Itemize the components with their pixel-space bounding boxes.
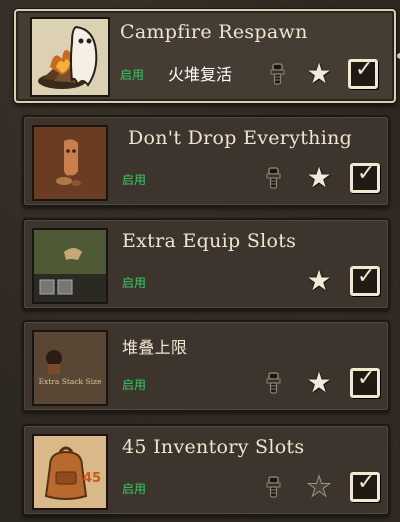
favorite-button[interactable]: ★ — [304, 59, 334, 89]
mod-row-extra-equip-slots[interactable]: Extra Equip Slots 启用 ★ ✓ — [22, 218, 390, 310]
wrench-icon — [266, 476, 281, 498]
configure-mod-button[interactable] — [258, 163, 288, 193]
checkbox-checked-icon: ✓ — [348, 57, 378, 89]
favorite-button[interactable]: ★ — [304, 368, 334, 398]
star-icon: ★ — [306, 57, 332, 90]
enable-checkbox[interactable]: ✓ — [350, 161, 380, 193]
mod-thumbnail-dont-drop-everything — [32, 125, 108, 201]
star-icon: ★ — [306, 264, 332, 297]
thumbnail-caption: Extra Stack Size — [39, 377, 102, 386]
mod-status: 启用 — [122, 276, 147, 290]
checkbox-checked-icon: ✓ — [350, 161, 380, 193]
configure-mod-button[interactable] — [262, 59, 292, 89]
mod-title: 堆叠上限 — [122, 338, 188, 357]
mod-title: Campfire Respawn — [120, 21, 308, 43]
mod-title: Extra Equip Slots — [122, 230, 297, 252]
favorite-button[interactable]: ★ — [304, 163, 334, 193]
mod-title: Don't Drop Everything — [128, 127, 353, 149]
enable-checkbox[interactable]: ✓ — [350, 366, 380, 398]
favorite-button[interactable]: ★ — [304, 470, 334, 503]
star-outline-icon: ★ — [306, 470, 332, 503]
mod-title: 45 Inventory Slots — [122, 436, 305, 458]
mod-row-campfire-respawn[interactable]: Campfire Respawn 启用 火堆复活 ★ ✓ — [14, 9, 396, 103]
mod-thumbnail-45-inventory-slots: 45 — [32, 434, 108, 510]
checkbox-checked-icon: ✓ — [350, 264, 380, 296]
mod-status: 启用 — [122, 482, 147, 496]
checkbox-checked-icon: ✓ — [350, 470, 380, 502]
favorite-button[interactable]: ★ — [304, 266, 334, 296]
enable-checkbox[interactable]: ✓ — [350, 264, 380, 296]
wrench-icon — [266, 372, 281, 394]
mod-thumbnail-stack-limit: Extra Stack Size — [32, 330, 108, 406]
enable-checkbox[interactable]: ✓ — [348, 57, 378, 89]
mod-thumbnail-extra-equip-slots — [32, 228, 108, 304]
checkbox-checked-icon: ✓ — [350, 366, 380, 398]
configure-mod-button[interactable] — [258, 472, 288, 502]
wrench-icon — [266, 167, 281, 189]
mod-status: 启用 — [122, 378, 147, 392]
mod-row-45-inventory-slots[interactable]: 45 45 Inventory Slots 启用 ★ ✓ — [22, 424, 390, 516]
star-icon: ★ — [306, 161, 332, 194]
star-icon: ★ — [306, 366, 332, 399]
mod-status: 启用 — [122, 173, 147, 187]
mod-row-stack-limit[interactable]: Extra Stack Size 堆叠上限 启用 ★ ✓ — [22, 320, 390, 412]
wrench-icon — [270, 63, 285, 85]
mod-thumbnail-campfire-respawn — [30, 17, 110, 97]
configure-mod-button[interactable] — [258, 368, 288, 398]
mod-row-dont-drop-everything[interactable]: Don't Drop Everything 启用 ★ ✓ — [22, 115, 390, 207]
mod-status: 启用 — [120, 68, 145, 82]
mod-subtitle: 火堆复活 — [168, 65, 233, 84]
enable-checkbox[interactable]: ✓ — [350, 470, 380, 502]
thumbnail-badge: 45 — [83, 471, 101, 486]
